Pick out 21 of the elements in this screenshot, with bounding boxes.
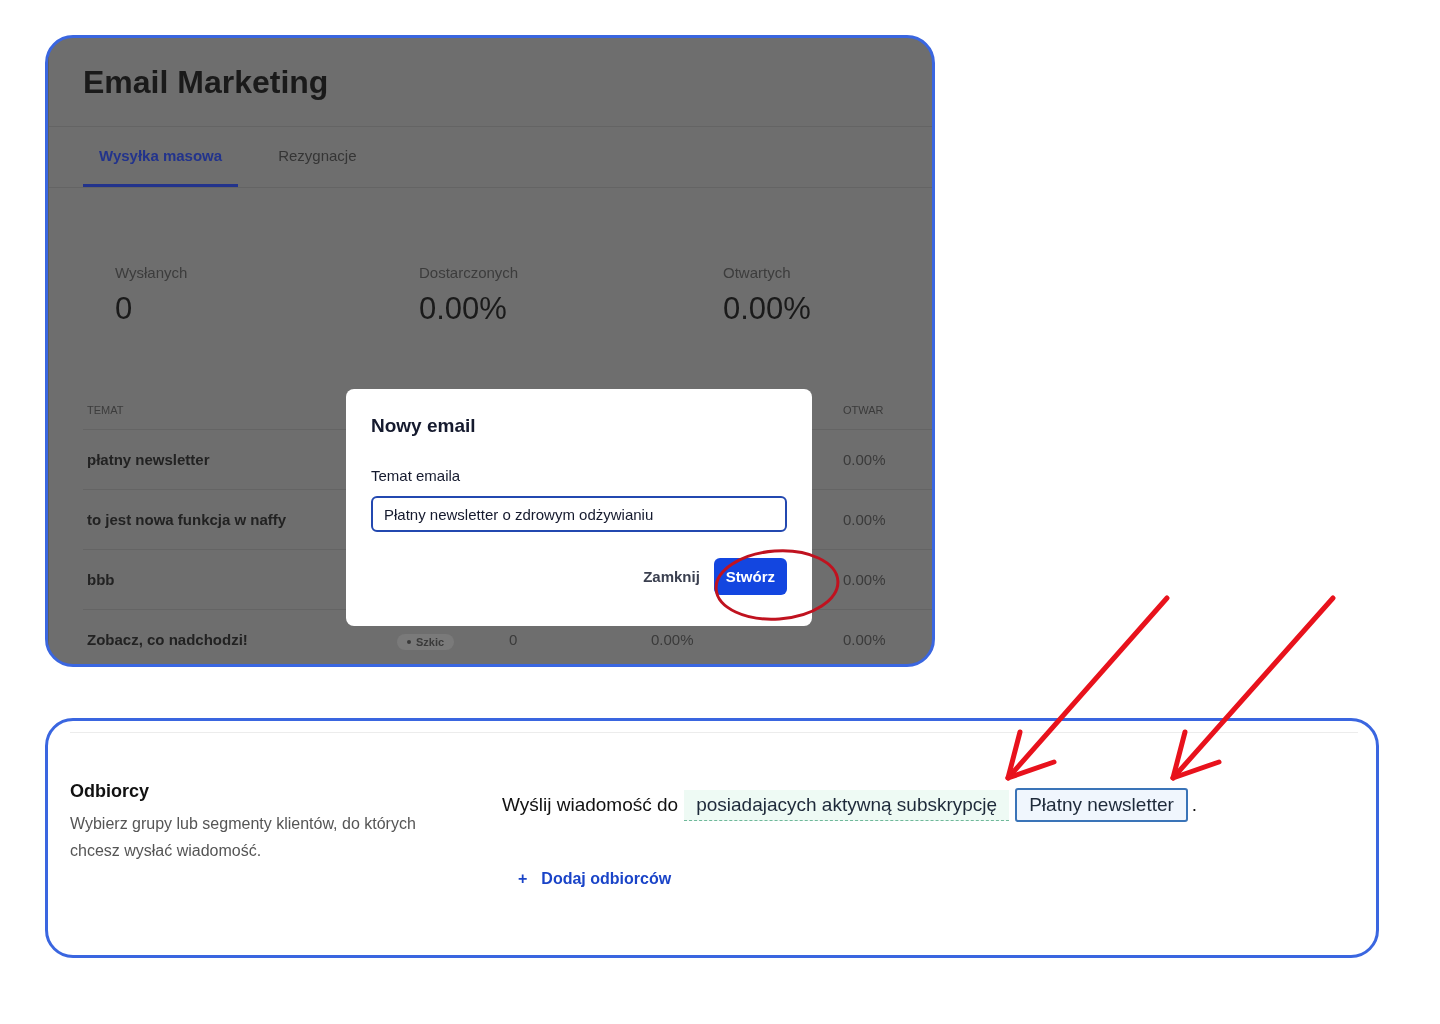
section-title: Odbiorcy [70, 781, 150, 802]
table-cell: płatny newsletter [87, 451, 210, 468]
sentence-period: . [1191, 794, 1198, 816]
stat-value: 0.00% [723, 291, 812, 327]
table-cell: Zobacz, co nadchodzi! [87, 631, 248, 648]
stat-value: 0 [115, 291, 134, 327]
table-cell: bbb [87, 571, 115, 588]
status-badge: Szkic [397, 633, 455, 650]
add-recipients-link[interactable]: + Dodaj odbiorców [518, 870, 672, 888]
field-label: Temat emaila [371, 467, 462, 484]
close-button[interactable]: Zamknij [643, 558, 700, 595]
page-title: Email Marketing [83, 63, 329, 101]
section-description: Wybierz grupy lub segmenty klientów, do których chcesz wysłać wiadomość. [70, 814, 417, 861]
condition-chip[interactable]: posiadajacych aktywną subskrypcję [684, 789, 1010, 821]
subject-input-field[interactable]: Płatny newsletter o zdrowym odżywianiu [371, 496, 787, 532]
dialog-title: Nowy email [371, 415, 477, 437]
stat-value: 0.00% [419, 291, 508, 327]
sentence-text: Wyślij wiadomość do [502, 794, 679, 816]
table-cell: to jest nowa funkcja w naffy [87, 511, 287, 528]
segment-chip[interactable]: Płatny newsletter [1015, 788, 1188, 822]
create-button[interactable]: Stwórz [713, 558, 787, 595]
